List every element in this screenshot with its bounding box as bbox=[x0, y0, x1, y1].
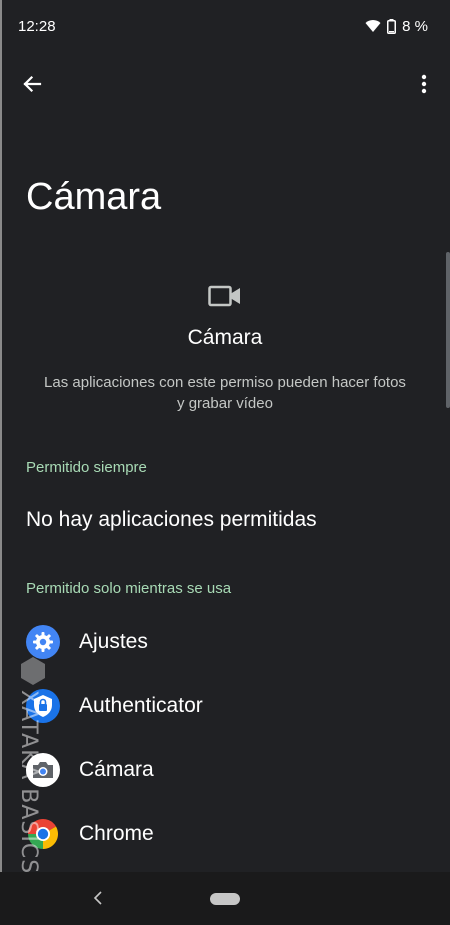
watermark-logo-icon bbox=[21, 657, 45, 685]
battery-level: 8 % bbox=[402, 17, 428, 35]
app-label: Chrome bbox=[79, 822, 154, 845]
back-button[interactable] bbox=[14, 64, 50, 104]
status-bar: 12:28 8 % bbox=[0, 0, 450, 52]
permission-description: Las aplicaciones con este permiso pueden… bbox=[44, 374, 406, 412]
scrollbar[interactable] bbox=[446, 252, 450, 408]
watermark: XATAKA BASICS bbox=[16, 690, 41, 875]
nav-home-pill[interactable] bbox=[210, 893, 240, 905]
app-item-authenticator[interactable]: Authenticator bbox=[26, 688, 426, 724]
app-bar bbox=[0, 60, 450, 110]
app-item-chrome[interactable]: Chrome bbox=[26, 816, 426, 852]
permission-title: Cámara bbox=[187, 326, 263, 349]
status-time: 12:28 bbox=[18, 17, 56, 35]
nav-back-button[interactable] bbox=[88, 886, 108, 910]
section-label-always: Permitido siempre bbox=[26, 459, 147, 476]
no-apps-allowed-text: No hay aplicaciones permitidas bbox=[26, 508, 317, 531]
section-label-while-in-use: Permitido solo mientras se usa bbox=[26, 580, 232, 597]
more-vert-icon bbox=[421, 74, 427, 94]
chevron-left-icon bbox=[93, 891, 102, 905]
videocam-icon bbox=[208, 285, 240, 307]
page-title: Cámara bbox=[26, 176, 162, 218]
battery-icon bbox=[387, 18, 397, 34]
wifi-icon bbox=[365, 20, 381, 32]
app-label: Cámara bbox=[79, 758, 154, 781]
app-label: Authenticator bbox=[79, 694, 203, 717]
app-label: Ajustes bbox=[79, 630, 148, 653]
app-item-ajustes[interactable]: Ajustes bbox=[26, 624, 426, 660]
navigation-bar bbox=[0, 872, 450, 925]
left-guide-line bbox=[0, 0, 2, 905]
app-item-camara[interactable]: Cámara bbox=[26, 752, 426, 788]
arrow-back-icon bbox=[23, 75, 42, 93]
more-options-button[interactable] bbox=[408, 64, 440, 104]
status-icons: 8 % bbox=[365, 18, 428, 35]
settings-gear-icon bbox=[26, 625, 60, 659]
